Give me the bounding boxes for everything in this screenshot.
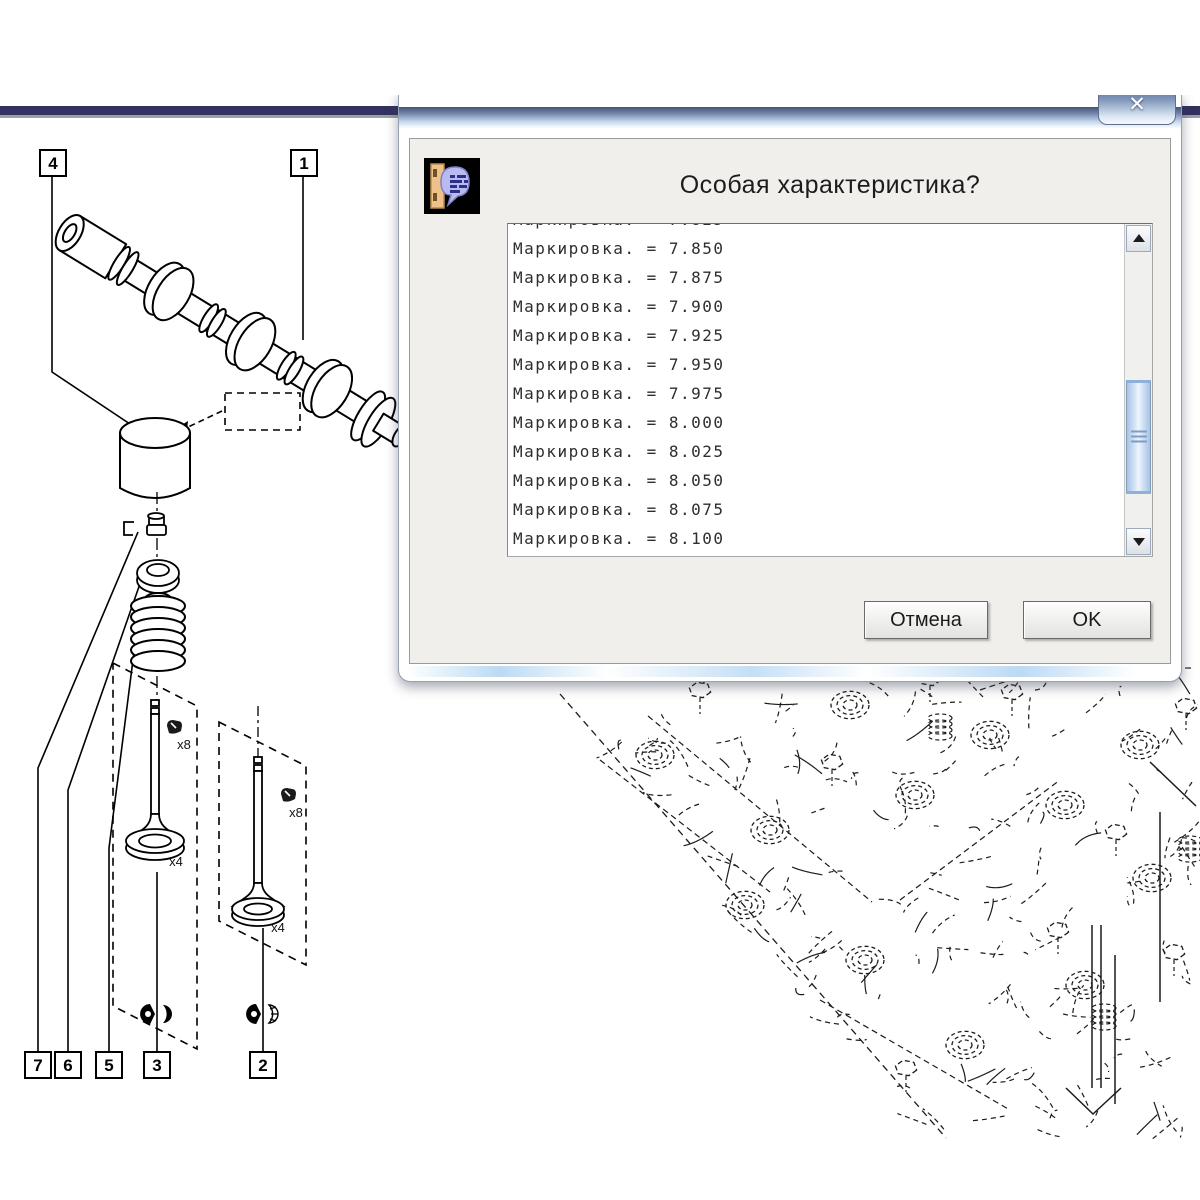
qty-label-x8-2: x8 <box>289 805 303 820</box>
list-item[interactable]: Маркировка. = 8.000 <box>508 408 1124 437</box>
list-item[interactable]: Маркировка. = 8.075 <box>508 495 1124 524</box>
callout-label: 6 <box>63 1056 72 1075</box>
list-item[interactable]: Маркировка. = 7.900 <box>508 292 1124 321</box>
tappet-drawing <box>120 418 190 498</box>
scroll-down-button[interactable] <box>1126 528 1151 555</box>
list-item[interactable]: Маркировка. = 7.925 <box>508 321 1124 350</box>
camshaft-drawing <box>46 201 420 463</box>
scroll-grip-icon <box>1131 431 1147 444</box>
keeper-section-icon <box>246 1004 278 1024</box>
ok-button[interactable]: OK <box>1023 601 1151 639</box>
qty-label-x8-1: x8 <box>177 737 191 752</box>
list-item[interactable]: Маркировка. = 7.950 <box>508 350 1124 379</box>
scroll-up-button[interactable] <box>1126 225 1151 252</box>
callout-label: 3 <box>152 1056 161 1075</box>
scroll-down-icon <box>1133 538 1145 546</box>
list-item[interactable]: Маркировка. = 7.825 <box>508 224 1124 234</box>
callout-label: 1 <box>299 154 308 173</box>
list-item[interactable]: Маркировка. = 7.975 <box>508 379 1124 408</box>
qty-label-x4-2: x4 <box>271 920 285 935</box>
reference-arrow-line <box>186 411 222 428</box>
valve-spring-drawing <box>131 593 185 671</box>
dialog-panel: Особая характеристика? Маркировка. = 7.8… <box>409 138 1171 664</box>
list-item[interactable]: Маркировка. = 7.875 <box>508 263 1124 292</box>
valve-2-drawing <box>232 706 284 926</box>
scroll-thumb[interactable] <box>1126 380 1151 494</box>
close-icon: ✕ <box>1099 92 1175 117</box>
callout-label: 7 <box>33 1056 42 1075</box>
leader-line-7 <box>38 532 138 1052</box>
cancel-button[interactable]: Отмена <box>864 601 988 639</box>
callout-label: 5 <box>104 1056 113 1075</box>
list-item[interactable]: Маркировка. = 8.025 <box>508 437 1124 466</box>
list-item[interactable]: Маркировка. = 8.050 <box>508 466 1124 495</box>
valve-train-diagram: x8 x4 x8 x4 4 <box>0 130 420 1100</box>
clip-icon <box>281 788 296 802</box>
leader-line-4 <box>52 176 136 428</box>
valve-seal-drawing <box>137 560 179 593</box>
callout-label: 2 <box>258 1056 267 1075</box>
valve-keeper-drawing <box>124 513 166 535</box>
dialog-title: Особая характеристика? <box>530 171 1130 200</box>
engine-block-line-drawing <box>530 648 1200 1150</box>
page: x8 x4 x8 x4 4 <box>0 0 1200 1200</box>
callout-label: 4 <box>48 154 58 173</box>
clip-icon <box>167 720 182 734</box>
dialog-titlebar-gradient <box>399 107 1181 129</box>
dialog-window: ✕ Особая характеристика? Маркировк <box>398 93 1182 682</box>
list-item[interactable]: Маркировка. = 7.850 <box>508 234 1124 263</box>
listbox-rows: Маркировка. = 7.825 Маркировка. = 7.850 … <box>508 224 1124 556</box>
screenshot-top-crop <box>0 0 1200 95</box>
list-item[interactable]: Маркировка. = 8.100 <box>508 524 1124 553</box>
reference-dashed-box <box>225 393 300 430</box>
marking-listbox: Маркировка. = 7.825 Маркировка. = 7.850 … <box>507 223 1153 557</box>
keeper-section-icon <box>140 1004 172 1024</box>
window-frame-glass-tint <box>407 666 1173 677</box>
qty-label-x4-1: x4 <box>169 854 183 869</box>
list-scrollbar[interactable] <box>1124 224 1152 556</box>
scroll-up-icon <box>1133 234 1145 242</box>
dialog-document-icon <box>424 158 480 214</box>
